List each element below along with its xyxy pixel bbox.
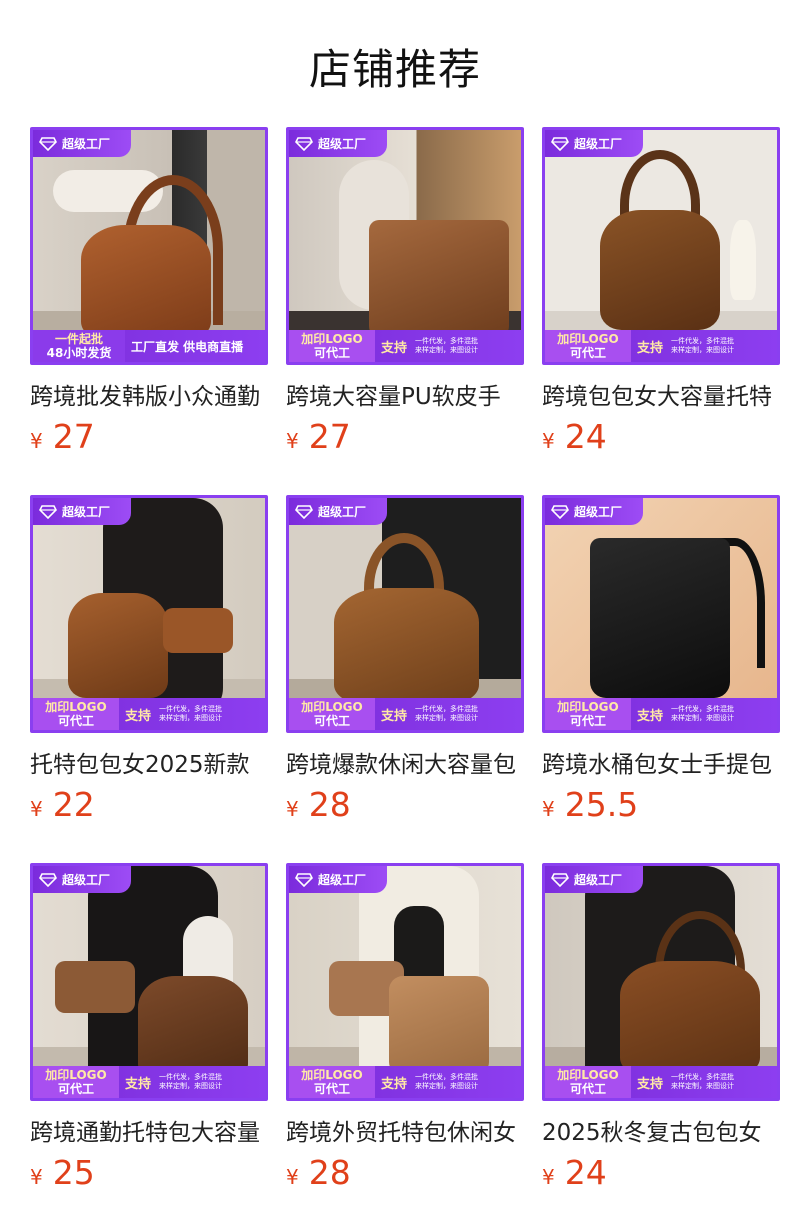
factory-badge: 超级工厂 [33, 866, 131, 893]
product-image[interactable]: 超级工厂 加印LOGO 可代工 支持 一件代发，多件混批 来样定制，来图设计 [286, 495, 524, 733]
product-image[interactable]: 超级工厂 加印LOGO 可代工 支持 一件代发，多件混批 来样定制，来图设计 [542, 863, 780, 1101]
product-price: ¥ 27 [286, 417, 351, 456]
factory-badge: 超级工厂 [289, 498, 387, 525]
promo-banner: 加印LOGO 可代工 支持 一件代发，多件混批 来样定制，来图设计 [545, 330, 777, 362]
product-image[interactable]: 超级工厂 一件起批 48小时发货 工厂直发 供电商直播 [30, 127, 268, 365]
product-price: ¥ 25.5 [542, 785, 639, 824]
product-photo [289, 866, 521, 1098]
product-price: ¥ 28 [286, 785, 351, 824]
product-card[interactable]: 超级工厂 加印LOGO 可代工 支持 一件代发，多件混批 来样定制，来图设计 跨… [30, 863, 268, 1203]
promo-banner: 加印LOGO 可代工 支持 一件代发，多件混批 来样定制，来图设计 [289, 330, 521, 362]
product-title[interactable]: 跨境水桶包女士手提包 [542, 745, 780, 779]
product-card[interactable]: 超级工厂 加印LOGO 可代工 支持 一件代发，多件混批 来样定制，来图设计 跨… [542, 495, 780, 835]
product-photo [33, 498, 265, 730]
product-card[interactable]: 超级工厂 加印LOGO 可代工 支持 一件代发，多件混批 来样定制，来图设计 2… [542, 863, 780, 1203]
diamond-icon [295, 136, 313, 151]
promo-banner-left: 一件起批 48小时发货 [33, 330, 125, 362]
promo-banner: 加印LOGO 可代工 支持 一件代发，多件混批 来样定制，来图设计 [33, 1066, 265, 1098]
factory-badge: 超级工厂 [289, 130, 387, 157]
promo-banner: 一件起批 48小时发货 工厂直发 供电商直播 [33, 330, 265, 362]
product-image[interactable]: 超级工厂 加印LOGO 可代工 支持 一件代发，多件混批 来样定制，来图设计 [286, 127, 524, 365]
factory-badge: 超级工厂 [289, 866, 387, 893]
promo-banner: 加印LOGO 可代工 支持 一件代发，多件混批 来样定制，来图设计 [545, 698, 777, 730]
factory-badge: 超级工厂 [545, 866, 643, 893]
product-photo [289, 498, 521, 730]
factory-badge: 超级工厂 [33, 498, 131, 525]
product-card[interactable]: 超级工厂 一件起批 48小时发货 工厂直发 供电商直播 跨境批发韩版小众通勤 ¥… [30, 127, 268, 467]
factory-badge: 超级工厂 [545, 498, 643, 525]
diamond-icon [295, 504, 313, 519]
product-photo [33, 130, 265, 362]
product-image[interactable]: 超级工厂 加印LOGO 可代工 支持 一件代发，多件混批 来样定制，来图设计 [286, 863, 524, 1101]
product-price: ¥ 27 [30, 417, 95, 457]
product-image[interactable]: 超级工厂 加印LOGO 可代工 支持 一件代发，多件混批 来样定制，来图设计 [30, 495, 268, 733]
product-title[interactable]: 跨境通勤托特包大容量 [30, 1113, 268, 1147]
promo-banner: 加印LOGO 可代工 支持 一件代发，多件混批 来样定制，来图设计 [33, 698, 265, 730]
product-title[interactable]: 跨境大容量PU软皮手 [286, 377, 524, 411]
promo-banner: 加印LOGO 可代工 支持 一件代发，多件混批 来样定制，来图设计 [289, 698, 521, 730]
product-price: ¥ 25 [30, 1153, 95, 1192]
product-title[interactable]: 跨境包包女大容量托特 [542, 377, 780, 411]
factory-badge-label: 超级工厂 [62, 137, 111, 151]
product-image[interactable]: 超级工厂 加印LOGO 可代工 支持 一件代发，多件混批 来样定制，来图设计 [30, 863, 268, 1101]
diamond-icon [551, 872, 569, 887]
promo-banner: 加印LOGO 可代工 支持 一件代发，多件混批 来样定制，来图设计 [289, 1066, 521, 1098]
product-photo [545, 130, 777, 362]
product-price: ¥ 28 [286, 1153, 351, 1192]
diamond-icon [551, 136, 569, 151]
product-title[interactable]: 2025秋冬复古包包女 [542, 1113, 780, 1147]
product-photo [33, 866, 265, 1098]
product-card[interactable]: 超级工厂 加印LOGO 可代工 支持 一件代发，多件混批 来样定制，来图设计 托… [30, 495, 268, 835]
product-image[interactable]: 超级工厂 加印LOGO 可代工 支持 一件代发，多件混批 来样定制，来图设计 [542, 495, 780, 733]
diamond-icon [551, 504, 569, 519]
product-title[interactable]: 托特包包女2025新款 [30, 745, 268, 779]
product-card[interactable]: 超级工厂 加印LOGO 可代工 支持 一件代发，多件混批 来样定制，来图设计 跨… [286, 495, 524, 835]
diamond-icon [39, 872, 57, 887]
product-image[interactable]: 超级工厂 加印LOGO 可代工 支持 一件代发，多件混批 来样定制，来图设计 [542, 127, 780, 365]
product-card[interactable]: 超级工厂 加印LOGO 可代工 支持 一件代发，多件混批 来样定制，来图设计 跨… [286, 863, 524, 1203]
price-amount: 27 [52, 417, 95, 456]
diamond-icon [295, 872, 313, 887]
product-title[interactable]: 跨境批发韩版小众通勤 [30, 377, 268, 411]
promo-banner-middle: 工厂直发 供电商直播 [131, 339, 244, 354]
factory-badge: 超级工厂 [545, 130, 643, 157]
currency-symbol: ¥ [30, 429, 43, 453]
product-price: ¥ 24 [542, 1153, 607, 1192]
product-card[interactable]: 超级工厂 加印LOGO 可代工 支持 一件代发，多件混批 来样定制，来图设计 跨… [286, 127, 524, 467]
product-card[interactable]: 超级工厂 加印LOGO 可代工 支持 一件代发，多件混批 来样定制，来图设计 跨… [542, 127, 780, 467]
product-photo [289, 130, 521, 362]
product-title[interactable]: 跨境外贸托特包休闲女 [286, 1113, 524, 1147]
product-price: ¥ 22 [30, 785, 95, 824]
product-title[interactable]: 跨境爆款休闲大容量包 [286, 745, 524, 779]
product-price: ¥ 24 [542, 417, 607, 456]
diamond-icon [39, 136, 57, 151]
diamond-icon [39, 504, 57, 519]
product-photo [545, 498, 777, 730]
promo-banner: 加印LOGO 可代工 支持 一件代发，多件混批 来样定制，来图设计 [545, 1066, 777, 1098]
page-title: 店铺推荐 [308, 45, 481, 94]
product-photo [545, 866, 777, 1098]
factory-badge: 超级工厂 [33, 130, 131, 157]
